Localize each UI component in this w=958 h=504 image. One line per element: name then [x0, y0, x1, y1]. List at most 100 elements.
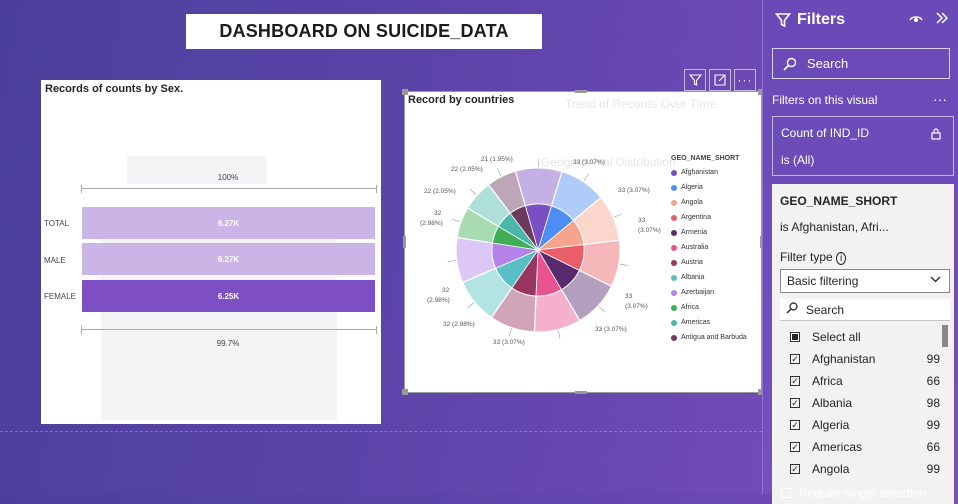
- dropdown-value: Basic filtering: [787, 274, 858, 288]
- slice-label: 32 (2.98%): [443, 321, 475, 329]
- item-label: Americas: [812, 440, 862, 454]
- lock-icon[interactable]: [931, 123, 941, 149]
- item-count: 98: [927, 396, 940, 410]
- filter-type-dropdown[interactable]: Basic filtering: [780, 269, 950, 293]
- legend-swatch: [671, 290, 677, 296]
- legend-item[interactable]: Armenia: [671, 225, 747, 240]
- filter-list-item[interactable]: ✓ Algeria 99: [790, 414, 940, 436]
- legend-item[interactable]: Afghanistan: [671, 165, 747, 180]
- filter-list-item[interactable]: ✓Africa66: [790, 370, 940, 392]
- item-count: 99: [927, 418, 940, 432]
- slice-label: 33 (3.07%): [573, 159, 605, 167]
- filter-field-name: Count of IND_ID: [781, 120, 869, 146]
- legend-swatch: [671, 215, 677, 221]
- legend-swatch: [671, 200, 677, 206]
- legend-label: Armenia: [681, 229, 707, 236]
- filter-icon: [775, 12, 791, 28]
- search-placeholder: Search: [807, 56, 848, 71]
- filters-header: Filters: [775, 11, 845, 29]
- scrollbar-thumb[interactable]: [942, 325, 948, 347]
- legend-label: Americas: [681, 319, 710, 326]
- checkbox[interactable]: [781, 488, 791, 498]
- filter-summary: is Afghanistan, Afri...: [780, 220, 889, 234]
- leader-line: [452, 219, 460, 222]
- more-options-icon[interactable]: ···: [734, 69, 756, 91]
- legend-label: Azerbaijan: [681, 289, 714, 296]
- row-label: FEMALE: [44, 292, 76, 301]
- filter-list-item[interactable]: ✓ Albania 98: [790, 392, 940, 414]
- legend-item[interactable]: Australia: [671, 240, 747, 255]
- slice-label: 32: [442, 287, 449, 295]
- filters-search[interactable]: Search: [772, 48, 950, 79]
- legend-swatch: [671, 245, 677, 251]
- item-count: 66: [927, 440, 940, 454]
- leader-line: [448, 261, 456, 262]
- checkbox[interactable]: ✓: [790, 376, 800, 386]
- legend-label: Algeria: [681, 184, 703, 191]
- leader-line: [509, 329, 512, 337]
- leader-line: [497, 169, 501, 176]
- legend-item[interactable]: Angola: [671, 195, 747, 210]
- checkbox[interactable]: ✓: [790, 464, 800, 474]
- legend-item[interactable]: Argentina: [671, 210, 747, 225]
- legend-title: GEO_NAME_SHORT: [671, 155, 747, 162]
- filter-card-geo[interactable]: GEO_NAME_SHORT is Afghanistan, Afri... F…: [772, 184, 954, 504]
- legend-label: Antigua and Barbuda: [681, 334, 747, 341]
- item-count: 99: [927, 462, 940, 476]
- item-label: Algeria: [812, 418, 849, 432]
- filter-type-label: Filter type i: [780, 250, 846, 264]
- legend-item[interactable]: Albania: [671, 270, 747, 285]
- female-bar[interactable]: 6.25K: [82, 280, 375, 312]
- legend-item[interactable]: Austria: [671, 255, 747, 270]
- male-bar[interactable]: 6.27K: [82, 243, 375, 275]
- filter-state: is (All): [781, 147, 814, 173]
- filters-title: Filters: [797, 11, 845, 29]
- countries-chart-card[interactable]: Trend of Records Over Time Geographical …: [405, 92, 761, 392]
- legend-item[interactable]: Antigua and Barbuda: [671, 330, 747, 345]
- legend-item[interactable]: Algeria: [671, 180, 747, 195]
- filter-search-input[interactable]: Search: [780, 299, 950, 321]
- legend-swatch: [671, 320, 677, 326]
- legend-label: Argentina: [681, 214, 711, 221]
- filter-list-item[interactable]: ✓Afghanistan99: [790, 348, 940, 370]
- legend-swatch: [671, 170, 677, 176]
- item-label: Africa: [812, 374, 843, 388]
- dashboard-title: DASHBOARD ON SUICIDE_DATA: [186, 14, 542, 49]
- leader-line: [468, 303, 474, 308]
- item-count: 99: [927, 352, 940, 366]
- section-title: Filters on this visual: [772, 93, 877, 107]
- more-options-icon[interactable]: ···: [933, 91, 947, 107]
- sex-chart-card[interactable]: Records of counts by Sex. 100% TOTAL 6.2…: [41, 80, 381, 424]
- require-single-selection[interactable]: Require single selection: [781, 486, 926, 500]
- row-label: TOTAL: [44, 219, 69, 228]
- info-icon[interactable]: i: [836, 252, 846, 265]
- collapse-pane-icon[interactable]: [935, 11, 949, 27]
- slice-label: 22 (2.05%): [451, 166, 483, 174]
- legend-item[interactable]: Africa: [671, 300, 747, 315]
- eye-icon[interactable]: [909, 11, 923, 27]
- item-label: Albania: [812, 396, 852, 410]
- leader-line: [620, 264, 628, 265]
- select-all-item[interactable]: Select all: [790, 326, 940, 348]
- checkbox[interactable]: ✓: [790, 354, 800, 364]
- checkbox[interactable]: ✓: [790, 420, 800, 430]
- legend-label: Africa: [681, 304, 699, 311]
- legend-item[interactable]: Americas: [671, 315, 747, 330]
- sex-chart-title: Records of counts by Sex.: [45, 83, 183, 95]
- total-bar[interactable]: 6.27K: [82, 207, 375, 239]
- filter-list-item[interactable]: ✓Angola99: [790, 458, 940, 480]
- checkbox[interactable]: ✓: [790, 442, 800, 452]
- filter-list-item[interactable]: ✓ Americas 66: [790, 436, 940, 458]
- filter-icon[interactable]: [684, 69, 706, 91]
- pane-header-icons: [909, 11, 949, 27]
- checkbox[interactable]: ✓: [790, 398, 800, 408]
- bottom-bracket: [81, 326, 377, 334]
- top-percentage: 100%: [81, 173, 375, 182]
- slice-label: 32: [434, 210, 441, 218]
- checkbox[interactable]: [790, 332, 800, 342]
- filter-card-count[interactable]: Count of IND_ID is (All): [772, 116, 954, 176]
- focus-mode-icon[interactable]: [709, 69, 731, 91]
- legend-item[interactable]: Azerbaijan: [671, 285, 747, 300]
- leader-line: [584, 174, 588, 181]
- legend-label: Austria: [681, 259, 703, 266]
